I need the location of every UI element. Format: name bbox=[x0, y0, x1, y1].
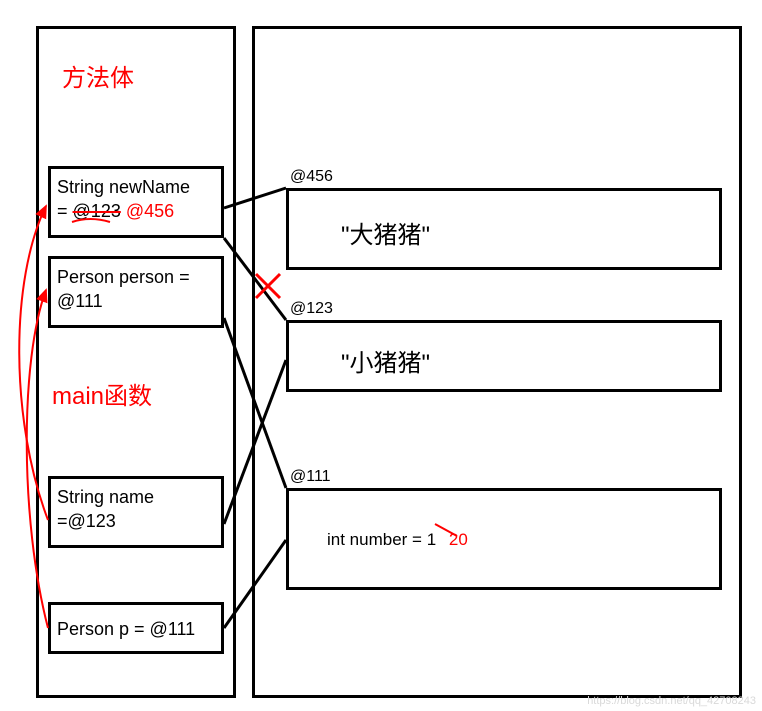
stack-box-person: Person person = @111 bbox=[48, 256, 224, 328]
heap-111-field: int number = bbox=[327, 530, 422, 549]
stack-title: 方法体 bbox=[62, 58, 134, 93]
stack-box-name: String name =@123 bbox=[48, 476, 224, 548]
diagram-root: 方法体 main函数 String newName = @123 @456 Pe… bbox=[0, 0, 762, 711]
heap-123-addr: @123 bbox=[290, 300, 333, 318]
heap-111-addr: @111 bbox=[290, 468, 331, 486]
stack-box-p: Person p = @111 bbox=[48, 602, 224, 654]
newname-old-addr: @123 bbox=[73, 201, 121, 221]
newname-new-addr: @456 bbox=[126, 201, 174, 221]
heap-123-box: "小猪猪" bbox=[286, 320, 722, 392]
heap-111-old: 1 bbox=[427, 530, 436, 549]
newname-eq: = bbox=[57, 201, 68, 221]
stack-box-newname: String newName = @123 @456 bbox=[48, 166, 224, 238]
main-title: main函数 bbox=[52, 376, 152, 411]
person-text: Person person = @111 bbox=[57, 265, 190, 314]
name-text: String name =@123 bbox=[57, 485, 154, 534]
heap-123-value: "小猪猪" bbox=[341, 343, 430, 378]
watermark-text: https://blog.csdn.net/qq_42708243 bbox=[587, 695, 756, 707]
stack-column bbox=[36, 26, 236, 698]
heap-456-addr: @456 bbox=[290, 168, 333, 186]
newname-line1: String newName bbox=[57, 177, 190, 197]
heap-111-box: int number = 1 20 bbox=[286, 488, 722, 590]
heap-456-box: "大猪猪" bbox=[286, 188, 722, 270]
p-text: Person p = @111 bbox=[57, 617, 195, 641]
heap-111-new: 20 bbox=[449, 530, 468, 549]
heap-456-value: "大猪猪" bbox=[341, 215, 430, 250]
